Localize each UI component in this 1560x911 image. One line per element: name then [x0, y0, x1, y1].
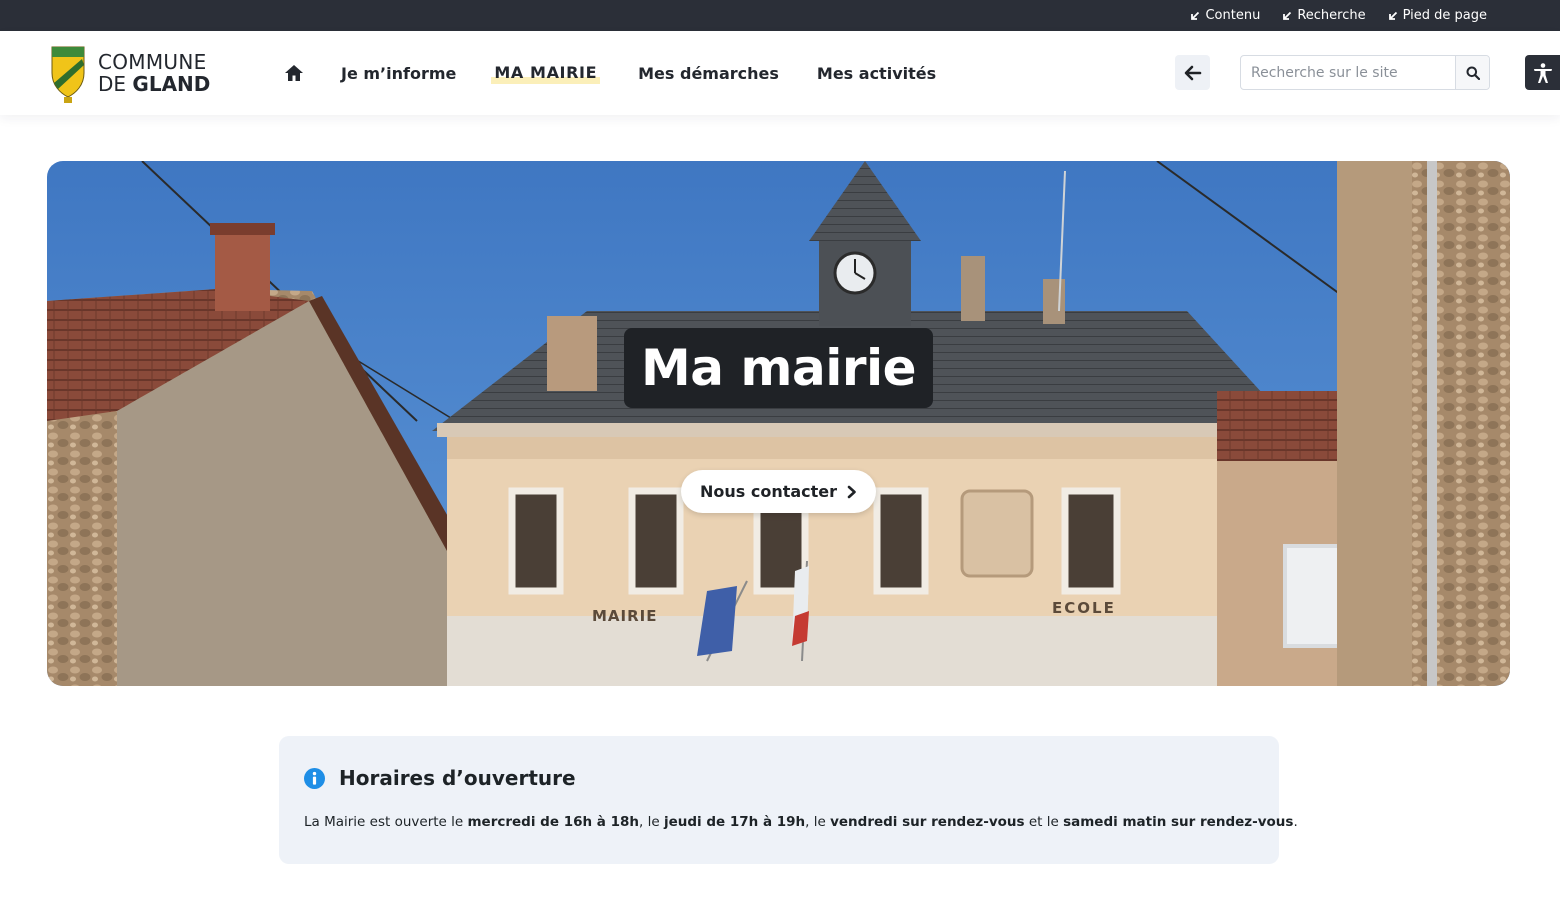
nav-item-je-minforme[interactable]: Je m’informe [341, 64, 456, 83]
arrow-down-left-icon [1191, 11, 1200, 20]
hero-title: Ma mairie [624, 328, 933, 408]
search-icon [1466, 66, 1480, 80]
nav-item-ma-mairie[interactable]: Ma mairie [491, 62, 601, 84]
opening-hours-header: Horaires d’ouverture [304, 766, 576, 790]
logo-line2: DE GLAND [98, 73, 210, 95]
hours-text-segment: La Mairie est ouverte le [304, 814, 468, 830]
nav-item-mes-demarches[interactable]: Mes démarches [638, 64, 779, 83]
sign-mairie: MAIRIE [592, 607, 658, 625]
skip-link-recherche[interactable]: Recherche [1282, 8, 1366, 23]
home-icon[interactable] [284, 63, 304, 83]
sign-ecole: ECOLE [1052, 599, 1116, 617]
hours-text-segment: , le [805, 814, 831, 830]
search-input[interactable] [1241, 56, 1455, 89]
logo-line2-prefix: DE [98, 72, 133, 96]
chevron-right-icon [847, 485, 856, 498]
back-button[interactable] [1175, 55, 1210, 90]
hero-banner: MAIRIE ECOLE Ma mairie Nous contacter [47, 161, 1510, 686]
search-button[interactable] [1455, 56, 1489, 89]
skip-link-contenu[interactable]: Contenu [1190, 8, 1260, 23]
site-logo[interactable]: COMMUNE DE GLAND [48, 43, 210, 103]
skip-link-pied-de-page[interactable]: Pied de page [1388, 8, 1487, 23]
hours-text-friday: vendredi sur rendez-vous [830, 814, 1025, 830]
contact-button[interactable]: Nous contacter [681, 470, 876, 513]
info-icon [304, 767, 325, 789]
hours-text-segment: , le [639, 814, 664, 830]
arrow-left-icon [1184, 65, 1201, 80]
logo-line2-bold: GLAND [132, 72, 211, 96]
main-nav: Je m’informe Ma mairie Mes démarches Mes… [284, 31, 974, 115]
opening-hours-text: La Mairie est ouverte le mercredi de 16h… [304, 814, 1298, 830]
skip-link-label: Pied de page [1402, 8, 1487, 23]
accessibility-button[interactable] [1525, 55, 1560, 90]
logo-text: COMMUNE DE GLAND [98, 51, 210, 95]
hours-text-saturday: samedi matin sur rendez-vous [1063, 814, 1294, 830]
nav-item-mes-activites[interactable]: Mes activités [817, 64, 936, 83]
skip-link-label: Contenu [1205, 8, 1261, 23]
skip-links-bar: Contenu Recherche Pied de page [0, 0, 1560, 31]
opening-hours-box: Horaires d’ouverture La Mairie est ouver… [279, 736, 1298, 864]
skip-link-label: Recherche [1297, 8, 1366, 23]
opening-hours-title: Horaires d’ouverture [339, 766, 576, 790]
hours-text-segment: et le [1024, 814, 1064, 830]
arrow-down-left-icon [1388, 11, 1397, 20]
hero-photo-town-hall: MAIRIE ECOLE [47, 161, 1510, 686]
contact-button-label: Nous contacter [699, 482, 838, 501]
hours-text-thursday: jeudi de 17h à 19h [663, 814, 806, 830]
arrow-down-left-icon [1283, 11, 1292, 20]
site-search [1240, 55, 1490, 90]
hours-text-segment: . [1293, 814, 1298, 830]
site-header: COMMUNE DE GLAND Je m’informe Ma mairie … [0, 31, 1560, 115]
logo-line1: COMMUNE [98, 50, 207, 74]
skip-links: Contenu Recherche Pied de page [1190, 0, 1487, 31]
hours-text-wednesday: mercredi de 16h à 18h [467, 814, 639, 830]
accessibility-icon [1533, 62, 1552, 83]
commune-crest-icon [51, 46, 85, 103]
